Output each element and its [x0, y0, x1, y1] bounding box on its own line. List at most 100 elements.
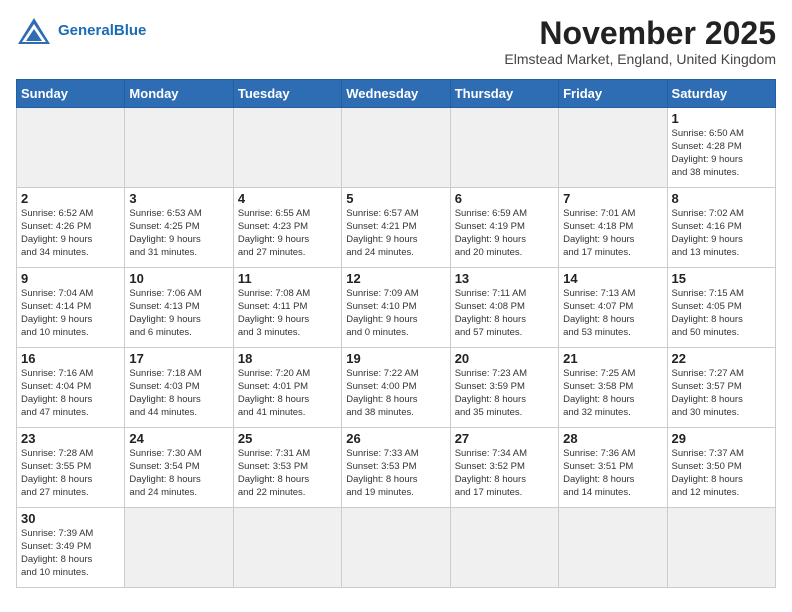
day-info: Sunrise: 7:27 AM Sunset: 3:57 PM Dayligh…	[672, 368, 771, 419]
calendar-cell-1-0: 2 Sunrise: 6:52 AM Sunset: 4:26 PM Daylig…	[17, 188, 125, 268]
calendar-cell-0-1	[125, 108, 233, 188]
calendar-cell-4-4: 27Sunrise: 7:34 AM Sunset: 3:52 PM Dayli…	[450, 428, 558, 508]
day-number: 27	[455, 431, 554, 446]
calendar-cell-3-6: 22 Sunrise: 7:27 AM Sunset: 3:57 PM Dayli…	[667, 348, 775, 428]
day-info: Sunrise: 7:04 AM Sunset: 4:14 PM Dayligh…	[21, 288, 120, 339]
week-row-0: 1Sunrise: 6:50 AM Sunset: 4:28 PM Daylig…	[17, 108, 776, 188]
calendar-cell-4-5: 28 Sunrise: 7:36 AM Sunset: 3:51 PM Dayli…	[559, 428, 667, 508]
day-number: 10	[129, 271, 228, 286]
day-info: Sunrise: 7:30 AM Sunset: 3:54 PM Dayligh…	[129, 448, 228, 499]
day-info: Sunrise: 7:15 AM Sunset: 4:05 PM Dayligh…	[672, 288, 771, 339]
day-info: Sunrise: 7:28 AM Sunset: 3:55 PM Dayligh…	[21, 448, 120, 499]
day-number: 5	[346, 191, 445, 206]
calendar-cell-1-2: 4 Sunrise: 6:55 AM Sunset: 4:23 PM Daylig…	[233, 188, 341, 268]
calendar-cell-2-1: 10 Sunrise: 7:06 AM Sunset: 4:13 PM Dayli…	[125, 268, 233, 348]
calendar-cell-4-6: 29 Sunrise: 7:37 AM Sunset: 3:50 PM Dayli…	[667, 428, 775, 508]
day-header-saturday: Saturday	[667, 80, 775, 108]
day-info: Sunrise: 7:02 AM Sunset: 4:16 PM Dayligh…	[672, 208, 771, 259]
day-number: 19	[346, 351, 445, 366]
day-number: 22	[672, 351, 771, 366]
calendar-cell-5-6	[667, 508, 775, 588]
calendar-cell-1-3: 5Sunrise: 6:57 AM Sunset: 4:21 PM Daylig…	[342, 188, 450, 268]
day-number: 26	[346, 431, 445, 446]
week-row-2: 9 Sunrise: 7:04 AM Sunset: 4:14 PM Daylig…	[17, 268, 776, 348]
calendar-cell-0-0	[17, 108, 125, 188]
day-info: Sunrise: 6:50 AM Sunset: 4:28 PM Dayligh…	[672, 128, 771, 179]
calendar-table: SundayMondayTuesdayWednesdayThursdayFrid…	[16, 79, 776, 588]
month-title: November 2025	[504, 16, 776, 51]
day-info: Sunrise: 7:13 AM Sunset: 4:07 PM Dayligh…	[563, 288, 662, 339]
calendar-cell-4-0: 23 Sunrise: 7:28 AM Sunset: 3:55 PM Dayli…	[17, 428, 125, 508]
day-info: Sunrise: 7:25 AM Sunset: 3:58 PM Dayligh…	[563, 368, 662, 419]
day-info: Sunrise: 7:20 AM Sunset: 4:01 PM Dayligh…	[238, 368, 337, 419]
calendar-cell-4-3: 26Sunrise: 7:33 AM Sunset: 3:53 PM Dayli…	[342, 428, 450, 508]
day-number: 11	[238, 271, 337, 286]
day-number: 15	[672, 271, 771, 286]
day-info: Sunrise: 6:55 AM Sunset: 4:23 PM Dayligh…	[238, 208, 337, 259]
day-number: 14	[563, 271, 662, 286]
calendar-cell-4-1: 24Sunrise: 7:30 AM Sunset: 3:54 PM Dayli…	[125, 428, 233, 508]
calendar-cell-2-2: 11 Sunrise: 7:08 AM Sunset: 4:11 PM Dayli…	[233, 268, 341, 348]
day-info: Sunrise: 6:59 AM Sunset: 4:19 PM Dayligh…	[455, 208, 554, 259]
day-number: 25	[238, 431, 337, 446]
day-info: Sunrise: 7:22 AM Sunset: 4:00 PM Dayligh…	[346, 368, 445, 419]
day-number: 21	[563, 351, 662, 366]
calendar-cell-3-2: 18Sunrise: 7:20 AM Sunset: 4:01 PM Dayli…	[233, 348, 341, 428]
day-info: Sunrise: 7:09 AM Sunset: 4:10 PM Dayligh…	[346, 288, 445, 339]
day-info: Sunrise: 6:52 AM Sunset: 4:26 PM Dayligh…	[21, 208, 120, 259]
day-number: 4	[238, 191, 337, 206]
calendar-cell-3-3: 19 Sunrise: 7:22 AM Sunset: 4:00 PM Dayli…	[342, 348, 450, 428]
logo-general: General	[58, 22, 114, 39]
calendar-cell-0-2	[233, 108, 341, 188]
day-info: Sunrise: 7:18 AM Sunset: 4:03 PM Dayligh…	[129, 368, 228, 419]
day-info: Sunrise: 7:16 AM Sunset: 4:04 PM Dayligh…	[21, 368, 120, 419]
day-number: 12	[346, 271, 445, 286]
day-info: Sunrise: 7:06 AM Sunset: 4:13 PM Dayligh…	[129, 288, 228, 339]
day-number: 29	[672, 431, 771, 446]
day-number: 9	[21, 271, 120, 286]
day-header-wednesday: Wednesday	[342, 80, 450, 108]
day-number: 30	[21, 511, 120, 526]
day-number: 7	[563, 191, 662, 206]
calendar-cell-2-6: 15 Sunrise: 7:15 AM Sunset: 4:05 PM Dayli…	[667, 268, 775, 348]
calendar-cell-1-4: 6 Sunrise: 6:59 AM Sunset: 4:19 PM Daylig…	[450, 188, 558, 268]
day-info: Sunrise: 7:08 AM Sunset: 4:11 PM Dayligh…	[238, 288, 337, 339]
day-header-tuesday: Tuesday	[233, 80, 341, 108]
calendar-cell-0-6: 1Sunrise: 6:50 AM Sunset: 4:28 PM Daylig…	[667, 108, 775, 188]
day-info: Sunrise: 7:37 AM Sunset: 3:50 PM Dayligh…	[672, 448, 771, 499]
calendar-cell-4-2: 25 Sunrise: 7:31 AM Sunset: 3:53 PM Dayli…	[233, 428, 341, 508]
day-info: Sunrise: 7:39 AM Sunset: 3:49 PM Dayligh…	[21, 528, 120, 579]
day-number: 17	[129, 351, 228, 366]
calendar-cell-5-4	[450, 508, 558, 588]
day-number: 23	[21, 431, 120, 446]
day-info: Sunrise: 7:23 AM Sunset: 3:59 PM Dayligh…	[455, 368, 554, 419]
day-number: 8	[672, 191, 771, 206]
calendar-cell-5-2	[233, 508, 341, 588]
day-number: 20	[455, 351, 554, 366]
calendar-cell-0-4	[450, 108, 558, 188]
day-header-friday: Friday	[559, 80, 667, 108]
page-header: GeneralBlue November 2025 Elmstead Marke…	[16, 16, 776, 67]
day-info: Sunrise: 7:31 AM Sunset: 3:53 PM Dayligh…	[238, 448, 337, 499]
calendar-cell-5-1	[125, 508, 233, 588]
day-info: Sunrise: 7:36 AM Sunset: 3:51 PM Dayligh…	[563, 448, 662, 499]
calendar-cell-2-3: 12 Sunrise: 7:09 AM Sunset: 4:10 PM Dayli…	[342, 268, 450, 348]
calendar-cell-0-3	[342, 108, 450, 188]
day-number: 28	[563, 431, 662, 446]
calendar-cell-1-5: 7Sunrise: 7:01 AM Sunset: 4:18 PM Daylig…	[559, 188, 667, 268]
calendar-cell-5-0: 30 Sunrise: 7:39 AM Sunset: 3:49 PM Dayli…	[17, 508, 125, 588]
calendar-cell-3-5: 21 Sunrise: 7:25 AM Sunset: 3:58 PM Dayli…	[559, 348, 667, 428]
logo-icon	[16, 16, 52, 46]
logo-text: GeneralBlue	[58, 23, 146, 40]
calendar-cell-2-0: 9 Sunrise: 7:04 AM Sunset: 4:14 PM Daylig…	[17, 268, 125, 348]
calendar-cell-0-5	[559, 108, 667, 188]
day-number: 6	[455, 191, 554, 206]
calendar-cell-5-3	[342, 508, 450, 588]
day-header-thursday: Thursday	[450, 80, 558, 108]
day-header-sunday: Sunday	[17, 80, 125, 108]
day-number: 2	[21, 191, 120, 206]
day-number: 3	[129, 191, 228, 206]
title-area: November 2025 Elmstead Market, England, …	[504, 16, 776, 67]
day-number: 16	[21, 351, 120, 366]
logo-blue: Blue	[114, 22, 147, 39]
